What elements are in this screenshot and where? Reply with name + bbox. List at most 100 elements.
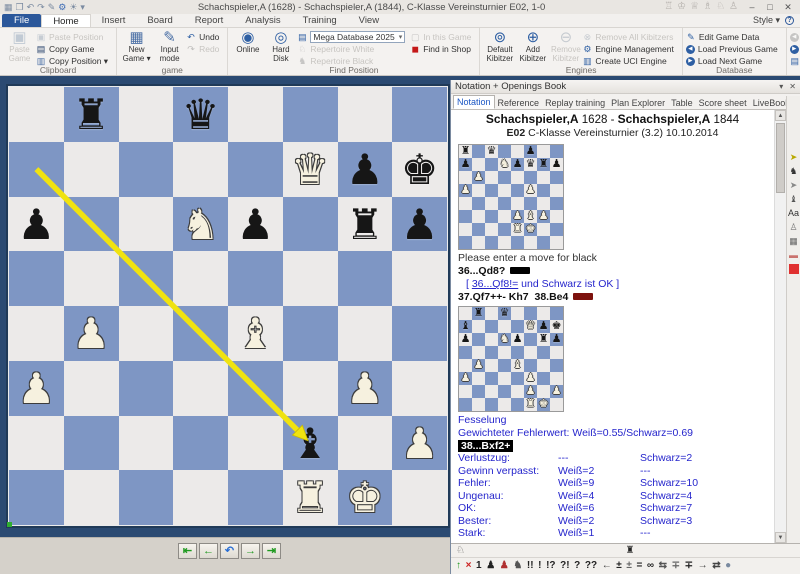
scroll-down-icon[interactable]: ▼ [775,532,786,543]
add-kibitzer-button[interactable]: ⊕AddKibitzer [516,29,549,63]
square-h4[interactable] [392,306,447,361]
close-button[interactable]: ✕ [780,0,796,14]
annotation-symbol[interactable]: ? [574,558,580,574]
eraser-tool[interactable]: ▬ [789,250,798,260]
combo-box[interactable]: Mega Database 2025▾ [310,31,405,43]
annotation-symbol[interactable]: ⇆ [659,558,667,574]
text-annotation-tool[interactable]: Aa [788,208,799,218]
annotation-symbol[interactable]: ∞ [647,558,654,574]
goto-end-button[interactable]: ⇥ [262,543,281,559]
square-h7[interactable]: ♚ [392,142,447,197]
panel-tab-reference[interactable]: Reference [495,97,543,109]
square-d4[interactable] [173,306,228,361]
style-selector[interactable]: Style ▾ [753,15,780,26]
notation-scrollbar[interactable]: ▲ ▼ [774,110,786,543]
square-f6[interactable] [283,197,338,252]
find-in-shop-button[interactable]: ◼Find in Shop [410,43,476,55]
mega-database-combo[interactable]: ▤Mega Database 2025▾ [297,31,410,43]
square-d5[interactable] [173,251,228,306]
square-g8[interactable] [338,87,393,142]
default-kibitzer-button[interactable]: ⊚DefaultKibitzer [483,29,516,63]
square-f7[interactable]: ♛ [283,142,338,197]
variation-line[interactable]: [ 36...Qf8!= und Schwarz ist OK ] [458,278,774,291]
square-b8[interactable]: ♜ [64,87,119,142]
square-c8[interactable] [119,87,174,142]
square-e3[interactable] [228,361,283,416]
square-b7[interactable] [64,142,119,197]
square-c6[interactable] [119,197,174,252]
square-g3[interactable]: ♟ [338,361,393,416]
square-b5[interactable] [64,251,119,306]
annotation-symbol[interactable]: ♞ [513,558,522,574]
panel-close-icon[interactable]: ✕ [789,82,796,91]
square-h1[interactable] [392,470,447,525]
tab-training[interactable]: Training [292,14,348,27]
annotation-symbol[interactable]: 1 [476,558,482,574]
panel-tab-replay-training[interactable]: Replay training [542,97,608,109]
training-pieces-tool[interactable]: ♙ [789,222,797,232]
annotation-symbol[interactable]: × [466,558,472,574]
annotation-symbol[interactable]: → [698,558,708,574]
help-icon[interactable]: ? [785,16,794,25]
tab-board[interactable]: Board [136,14,183,27]
square-g7[interactable]: ♟ [338,142,393,197]
annotation-symbol[interactable]: ↑ [456,558,461,574]
draw-arrow-tool[interactable]: ➤ [790,152,798,162]
square-h2[interactable]: ♟ [392,416,447,471]
square-d3[interactable] [173,361,228,416]
brightness-icon[interactable]: ☀ [69,0,77,14]
square-f4[interactable] [283,306,338,361]
piece-paint-tool[interactable]: ♝ [789,194,797,204]
panel-tab-score-sheet[interactable]: Score sheet [696,97,750,109]
square-h6[interactable]: ♟ [392,197,447,252]
step-back-button[interactable]: ← [199,543,218,559]
move-line-1[interactable]: 36...Qd8? [458,265,774,278]
annotation-symbol[interactable]: ?! [560,558,569,574]
square-c3[interactable] [119,361,174,416]
square-a8[interactable] [9,87,64,142]
annotation-symbol[interactable]: ± [626,558,632,574]
square-h8[interactable] [392,87,447,142]
tab-insert[interactable]: Insert [91,14,137,27]
square-b3[interactable] [64,361,119,416]
takeback-button[interactable]: ↶ [220,543,239,559]
new-board-icon[interactable]: ▦ [4,0,13,14]
main-chess-board[interactable]: ♜♛♛♟♚♟♞♟♜♟♟♝♟♟♝♟♜♚ [8,86,448,526]
square-a4[interactable] [9,306,64,361]
square-b4[interactable]: ♟ [64,306,119,361]
square-h5[interactable] [392,251,447,306]
annotation-symbol[interactable]: = [636,558,642,574]
square-e8[interactable] [228,87,283,142]
annotation-symbol[interactable]: ± [616,558,622,574]
tab-home[interactable]: Home [41,14,90,27]
panel-tab-notation[interactable]: Notation [453,95,495,109]
annotation-symbol[interactable]: ∓ [672,558,680,574]
square-a5[interactable] [9,251,64,306]
move-line-2[interactable]: 37.Qf7++- Kh7 38.Be4 [458,291,774,304]
square-g5[interactable] [338,251,393,306]
settings-icon[interactable]: ⚙ [58,0,66,14]
minimize-button[interactable]: – [744,0,760,14]
square-d7[interactable] [173,142,228,197]
scrollbar-thumb[interactable] [776,123,785,193]
square-d8[interactable]: ♛ [173,87,228,142]
palette-rook-icon[interactable]: ♜ [626,545,635,556]
redo-icon[interactable]: ↷ [37,0,45,14]
annotation-symbol[interactable]: ∓ [685,558,693,574]
square-e5[interactable] [228,251,283,306]
annotation-symbol[interactable]: ♟ [500,558,509,574]
undo-icon[interactable]: ↶ [27,0,35,14]
engine-management-button[interactable]: ⚙Engine Management [582,43,678,55]
online-button[interactable]: ◉Online [231,29,264,55]
save-icon[interactable]: ❐ [16,0,24,14]
panel-tab-table[interactable]: Table [668,97,696,109]
panel-menu-icon[interactable]: ▾ [779,82,783,91]
pieces-pair-tool[interactable]: ▦ [789,236,798,246]
square-c7[interactable] [119,142,174,197]
annotation-symbol[interactable]: !! [527,558,534,574]
annotation-symbol[interactable]: ?? [585,558,597,574]
annotation-symbol[interactable]: ♟ [486,558,495,574]
square-b6[interactable] [64,197,119,252]
annotation-symbol[interactable]: ⇄ [712,558,720,574]
square-f5[interactable] [283,251,338,306]
